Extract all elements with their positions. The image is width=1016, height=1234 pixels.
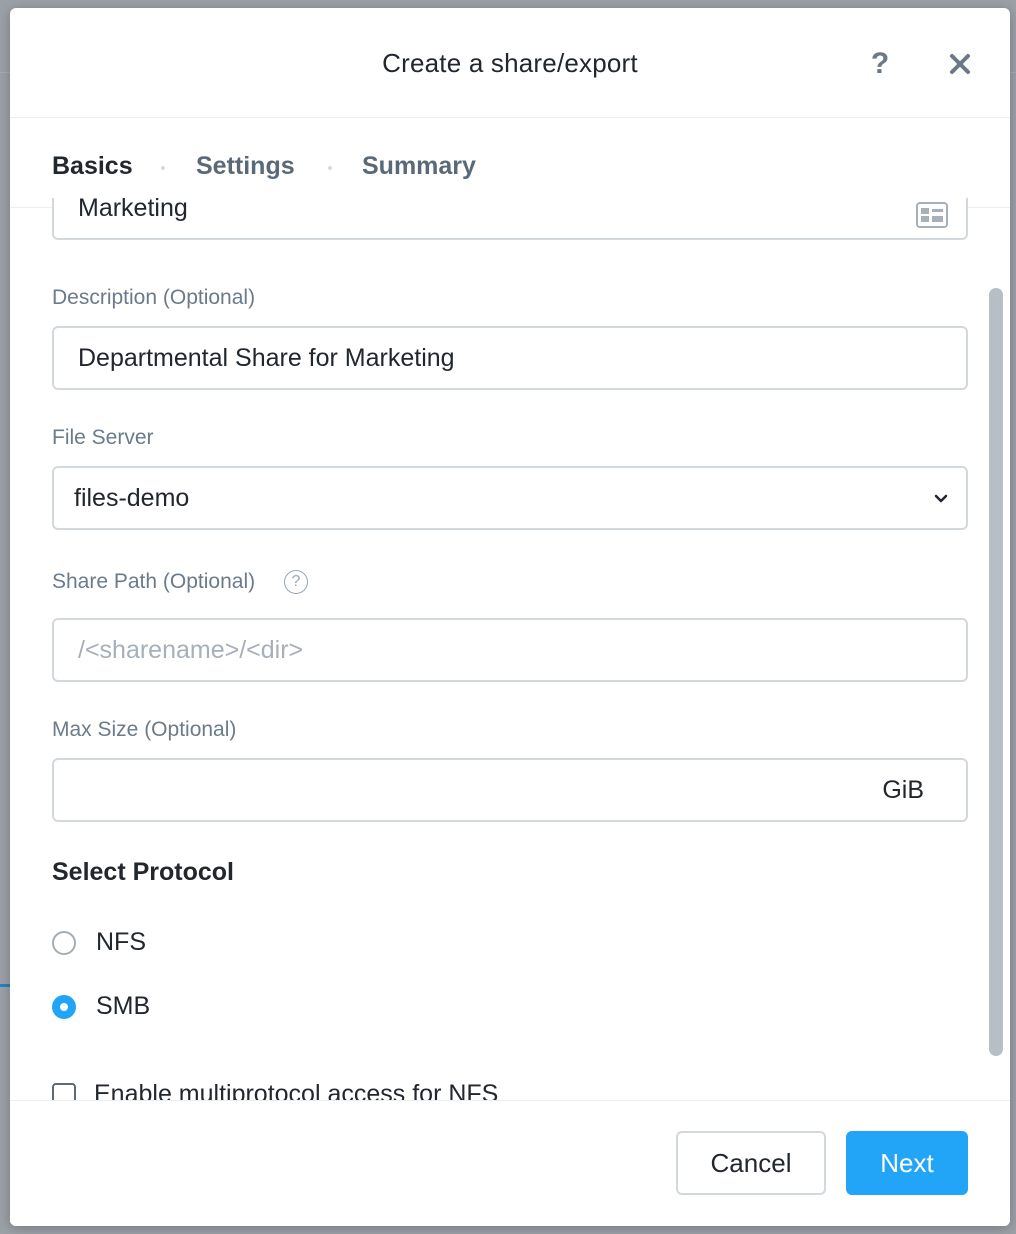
tab-separator <box>328 166 332 170</box>
protocol-smb-option[interactable]: SMB <box>52 992 150 1021</box>
close-button[interactable] <box>940 44 980 84</box>
cancel-button[interactable]: Cancel <box>676 1131 826 1195</box>
share-path-input[interactable]: /<sharename>/<dir> <box>52 618 968 682</box>
wizard-tabs: Basics Settings Summary <box>10 118 1010 208</box>
share-path-label: Share Path (Optional) <box>52 570 256 593</box>
modal-footer: Cancel Next <box>10 1100 1010 1226</box>
tab-basics[interactable]: Basics <box>52 152 133 181</box>
description-input[interactable]: Departmental Share for Marketing <box>52 326 968 390</box>
tab-summary[interactable]: Summary <box>362 152 476 181</box>
close-icon <box>950 54 970 74</box>
smb-label: SMB <box>96 992 151 1020</box>
max-size-input[interactable]: GiB <box>52 758 968 822</box>
nfs-radio[interactable] <box>52 930 76 955</box>
help-circle-icon[interactable]: ? <box>284 570 308 594</box>
form-body: Marketing Description (Optional) Departm… <box>10 198 1010 1100</box>
description-label: Description (Optional) <box>52 286 256 309</box>
scrollbar-thumb[interactable] <box>989 288 1003 1056</box>
size-unit: GiB <box>882 775 924 804</box>
multiprotocol-option[interactable]: Enable multiprotocol access for NFS <box>52 1080 498 1100</box>
file-server-label: File Server <box>52 426 154 449</box>
backdrop-accent <box>0 984 10 987</box>
max-size-label: Max Size (Optional) <box>52 718 237 741</box>
nfs-label: NFS <box>96 928 146 956</box>
file-server-value: files-demo <box>74 483 190 512</box>
protocol-section-title: Select Protocol <box>52 858 234 886</box>
help-button[interactable]: ? <box>860 44 900 84</box>
tab-settings[interactable]: Settings <box>196 152 295 181</box>
file-server-select[interactable]: files-demo <box>52 466 968 530</box>
share-path-placeholder: /<sharename>/<dir> <box>78 635 304 664</box>
question-icon: ? <box>870 47 890 80</box>
next-button[interactable]: Next <box>846 1131 968 1195</box>
share-name-value: Marketing <box>78 198 188 222</box>
share-name-input[interactable]: Marketing <box>52 198 968 240</box>
modal-header: Create a share/export ? <box>10 8 1010 118</box>
smb-radio[interactable] <box>52 994 76 1019</box>
create-share-modal: Create a share/export ? Basics Settings … <box>10 8 1010 1226</box>
multiprotocol-label: Enable multiprotocol access for NFS <box>94 1080 499 1100</box>
contact-card-icon <box>916 202 948 228</box>
multiprotocol-checkbox[interactable] <box>52 1082 76 1100</box>
chevron-down-icon <box>934 494 948 503</box>
tab-separator <box>161 166 165 170</box>
protocol-nfs-option[interactable]: NFS <box>52 928 146 957</box>
description-value: Departmental Share for Marketing <box>78 343 455 372</box>
